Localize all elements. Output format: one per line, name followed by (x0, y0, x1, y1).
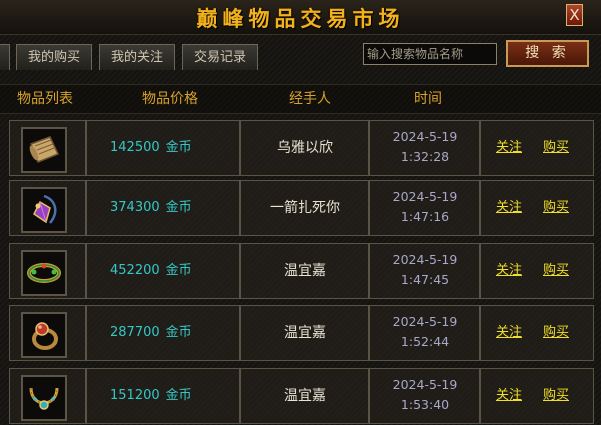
trade-time: 2024-5-19 1:32:28 (370, 127, 480, 167)
buy-link[interactable]: 购买 (543, 180, 569, 236)
handler-name: 一箭扎死你 (270, 200, 340, 216)
column-price: 物品价格 (142, 91, 198, 107)
item-cell (9, 243, 86, 299)
table-row: 287700 金币 温宜嘉 2024-5-19 1:52:44 关注 购买 (0, 305, 601, 365)
tab-my-purchases[interactable]: 我的购买 (16, 44, 92, 70)
trade-time: 2024-5-19 1:47:16 (370, 187, 480, 227)
price-amount: 374300 (110, 200, 160, 215)
follow-link[interactable]: 关注 (496, 368, 522, 424)
price-currency: 金币 (165, 140, 192, 155)
price-currency: 金币 (165, 325, 192, 340)
title-bar[interactable]: 巅峰物品交易市场 X (0, 0, 601, 35)
handler-name: 乌雅以欣 (277, 140, 333, 156)
item-cell (9, 120, 86, 176)
item-cell (9, 180, 86, 236)
follow-link[interactable]: 关注 (496, 305, 522, 361)
buy-link[interactable]: 购买 (543, 305, 569, 361)
item-slot[interactable] (21, 127, 67, 173)
trade-date: 2024-5-19 (392, 377, 458, 392)
trade-date: 2024-5-19 (392, 129, 458, 144)
table-row: 452200 金币 温宜嘉 2024-5-19 1:47:45 关注 购买 (0, 243, 601, 303)
trade-time: 2024-5-19 1:53:40 (370, 375, 480, 415)
table-header: 物品列表 物品价格 经手人 时间 (0, 84, 601, 114)
price-amount: 287700 (110, 325, 160, 340)
price-currency: 金币 (165, 263, 192, 278)
price-amount: 452200 (110, 263, 160, 278)
trade-date: 2024-5-19 (392, 189, 458, 204)
tab-trade-records[interactable]: 交易记录 (182, 44, 258, 70)
price-value: 142500 金币 (110, 120, 240, 176)
trade-time: 2024-5-19 1:47:45 (370, 250, 480, 290)
column-handler: 经手人 (289, 91, 331, 107)
price-value: 151200 金币 (110, 368, 240, 424)
item-slot[interactable] (21, 312, 67, 358)
buy-link[interactable]: 购买 (543, 368, 569, 424)
trade-clock: 1:52:44 (400, 334, 450, 349)
buy-link[interactable]: 购买 (543, 120, 569, 176)
gem-amulet-icon (33, 194, 57, 224)
column-time: 时间 (414, 91, 442, 107)
trade-clock: 1:47:16 (400, 209, 450, 224)
close-button[interactable]: X (566, 4, 583, 26)
handler-name: 温宜嘉 (284, 263, 326, 279)
trade-clock: 1:32:28 (400, 149, 450, 164)
item-slot[interactable] (21, 187, 67, 233)
bracelet-icon (27, 263, 61, 283)
price-currency: 金币 (165, 388, 192, 403)
table-row: 374300 金币 一箭扎死你 2024-5-19 1:47:16 关注 购买 (0, 180, 601, 240)
trade-clock: 1:53:40 (400, 397, 450, 412)
table-row: 142500 金币 乌雅以欣 2024-5-19 1:32:28 关注 购买 (0, 120, 601, 180)
price-value: 452200 金币 (110, 243, 240, 299)
buy-link[interactable]: 购买 (543, 243, 569, 299)
item-slot[interactable] (21, 250, 67, 296)
trade-date: 2024-5-19 (392, 314, 458, 329)
follow-link[interactable]: 关注 (496, 180, 522, 236)
item-cell (9, 368, 86, 424)
trade-date: 2024-5-19 (392, 252, 458, 267)
column-item: 物品列表 (17, 91, 73, 107)
window-title: 巅峰物品交易市场 (196, 6, 405, 31)
search-button[interactable]: 搜 索 (506, 40, 589, 67)
handler-name: 温宜嘉 (284, 388, 326, 404)
trade-time: 2024-5-19 1:52:44 (370, 312, 480, 352)
price-amount: 151200 (110, 388, 160, 403)
follow-link[interactable]: 关注 (496, 243, 522, 299)
tab-partial[interactable] (0, 44, 10, 70)
scroll-icon (29, 136, 60, 163)
item-cell (9, 305, 86, 361)
follow-link[interactable]: 关注 (496, 120, 522, 176)
trade-clock: 1:47:45 (400, 272, 450, 287)
necklace-icon (29, 387, 59, 410)
ring-icon (32, 322, 58, 350)
trade-market-window: 巅峰物品交易市场 X 我的购买 我的关注 交易记录 输入搜索物品名称 搜 索 物… (0, 0, 601, 425)
item-slot[interactable] (21, 375, 67, 421)
price-value: 374300 金币 (110, 180, 240, 236)
table-row: 151200 金币 温宜嘉 2024-5-19 1:53:40 关注 购买 (0, 368, 601, 425)
handler-name: 温宜嘉 (284, 325, 326, 341)
price-amount: 142500 (110, 140, 160, 155)
price-value: 287700 金币 (110, 305, 240, 361)
price-currency: 金币 (165, 200, 192, 215)
tab-my-follows[interactable]: 我的关注 (99, 44, 175, 70)
search-input[interactable]: 输入搜索物品名称 (363, 43, 497, 65)
